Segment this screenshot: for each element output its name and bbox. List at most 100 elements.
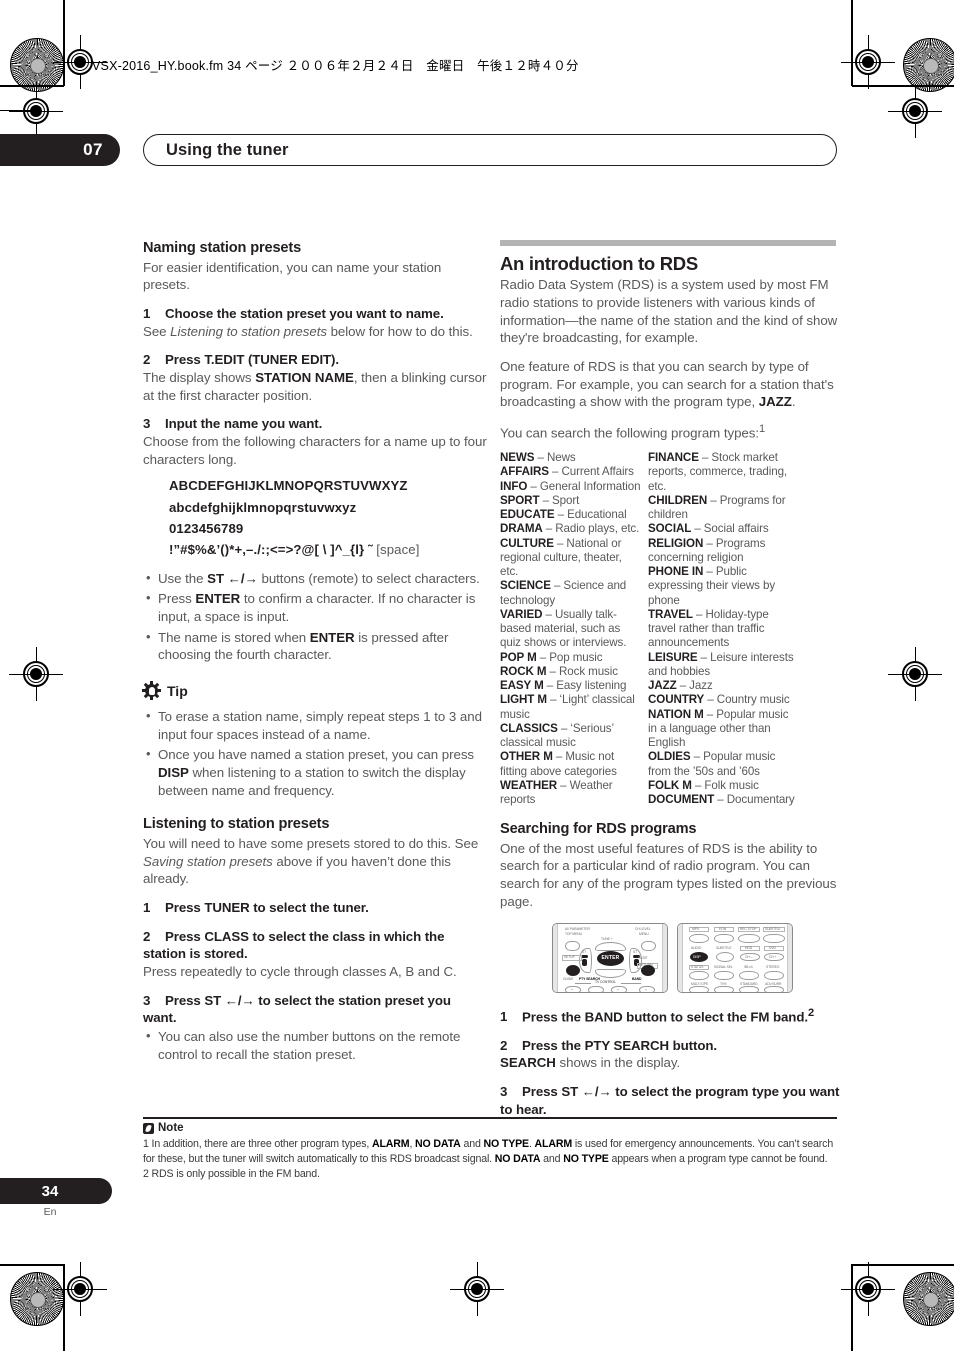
section-rule <box>500 240 836 246</box>
page-number-tab: 34 <box>0 1178 112 1204</box>
program-type-code: FOLK M <box>648 778 692 792</box>
tip-label: Tip <box>167 682 188 699</box>
button-key-enter: ENTER <box>195 591 241 607</box>
registration-mark-left-mid <box>9 647 63 701</box>
note-keyword: ALARM <box>534 1138 573 1150</box>
program-type-code: SOCIAL <box>648 522 692 536</box>
program-type-entry: JAZZ – Jazz <box>648 679 798 693</box>
step-number: 3 <box>143 416 151 432</box>
program-type-code: PHONE IN <box>648 565 704 579</box>
note-keyword: ALARM <box>371 1138 410 1150</box>
text-pre: Use the <box>158 570 208 586</box>
program-type-code: LEISURE <box>648 650 698 664</box>
step-text: Press T.EDIT (TUNER EDIT). <box>165 352 339 368</box>
program-type-entry: VARIED – Usually talk-based material, su… <box>500 608 642 651</box>
naming-step-3-title: 3 Input the name you want. <box>143 415 487 433</box>
button-key-st: ST <box>207 570 225 586</box>
program-type-description: – Social affairs <box>691 522 769 536</box>
tip-gear-icon <box>142 681 161 701</box>
program-type-code: DOCUMENT <box>648 793 715 807</box>
program-type-code: FINANCE <box>648 451 699 465</box>
registration-mark-bottom-center <box>450 1262 504 1316</box>
text-pre: Press <box>158 591 196 607</box>
charset-digits: 0123456789 <box>169 520 244 536</box>
note-footnote-2: 2 RDS is only possible in the FM band. <box>143 1168 320 1181</box>
naming-intro-text: For easier identification, you can name … <box>143 259 442 293</box>
program-type-code: POP M <box>500 650 537 664</box>
step-text: Input the name you want. <box>165 416 323 432</box>
program-types-column-1: NEWS – News AFFAIRS – Current Affairs INFO… <box>500 451 642 807</box>
naming-step-3-body: Choose from the following characters for… <box>143 433 487 467</box>
heading-an-introduction-to-rds: An introduction to RDS <box>500 253 698 274</box>
page-number: 34 <box>41 1182 59 1200</box>
listening-step-3-bullets: You can also use the number buttons on t… <box>143 1027 487 1063</box>
rds-intro-paragraph-1: Radio Data System (RDS) is a system used… <box>500 277 838 346</box>
available-character-set: ABCDEFGHIJKLMNOPQRSTUVWXYZ abcdefghijklm… <box>169 475 487 561</box>
crop-mark-bottom-left-h <box>0 1264 64 1266</box>
step-text: Press the PTY SEARCH button. <box>522 1037 717 1053</box>
program-type-entry: CHILDREN – Programs for children <box>648 494 798 523</box>
step-number: 1 <box>500 1008 508 1024</box>
note-keyword: NO TYPE <box>483 1138 529 1150</box>
crop-mark-top-right-v <box>851 0 853 86</box>
program-type-entry: PHONE IN – Public expressing their views… <box>648 565 798 608</box>
remote-left-half-illustration: AV PARAMETER TOP MENU CH LEVEL MENU TUNE… <box>552 922 668 993</box>
note-text: and <box>460 1138 484 1150</box>
program-type-code: DRAMA <box>500 522 543 536</box>
program-type-entry: FINANCE – Stock market reports, commerce… <box>648 451 798 494</box>
program-type-description: – Current Affairs <box>548 465 634 479</box>
program-type-description: – Documentary <box>714 793 795 807</box>
program-type-code: AFFAIRS <box>500 465 549 479</box>
program-type-entry: EDUCATE – Educational <box>500 508 642 522</box>
crop-mark-top-right-h <box>852 85 954 87</box>
left-column: Naming station presets For easier identi… <box>142 240 487 1064</box>
program-type-entry: TRAVEL – Holiday-type travel rather than… <box>648 608 798 651</box>
step-number: 1 <box>143 899 151 915</box>
heading-searching-for-rds-programs: Searching for RDS programs <box>500 821 697 838</box>
program-type-code: COUNTRY <box>648 693 705 707</box>
program-type-code: OLDIES <box>648 750 691 764</box>
program-type-code: RELIGION <box>648 536 704 550</box>
crop-mark-bottom-right-v <box>851 1264 853 1351</box>
program-type-entry: COUNTRY – Country music <box>648 693 798 707</box>
print-filename-header: VSX-2016_HY.book.fm 34 ページ ２００６年２月２４日 金曜… <box>92 59 579 73</box>
registration-mark-bottom-left <box>53 1262 107 1316</box>
program-type-entry: SPORT – Sport <box>500 494 642 508</box>
listening-step-2-title: 2 Press CLASS to select the class in whic… <box>143 928 487 963</box>
text-pre: The name is stored when <box>158 629 310 645</box>
step-text: Press the BAND button to select the FM b… <box>522 1008 808 1024</box>
step-text: Press ST ←/→ to select the station prese… <box>143 992 451 1026</box>
text-post: buttons (remote) to select characters. <box>261 570 480 586</box>
listening-step-2-body: Press repeatedly to cycle through classe… <box>143 963 457 979</box>
program-type-entry: RELIGION – Programs concerning religion <box>648 537 798 566</box>
program-type-entry: POP M – Pop music <box>500 651 642 665</box>
searching-step-1-title: 1 Press the BAND button to select the FM … <box>500 1006 844 1026</box>
naming-step-2-title: 2 Press T.EDIT (TUNER EDIT). <box>143 351 487 369</box>
note-label: Note <box>158 1122 184 1134</box>
right-column: An introduction to RDS Radio Data System… <box>500 240 844 1118</box>
registration-mark-top-right <box>841 35 895 89</box>
list-item: The name is stored when ENTER is pressed… <box>143 628 487 664</box>
program-type-entry: NATION M – Popular music in a language o… <box>648 708 798 751</box>
footnote-ref-2: 2 <box>807 1006 814 1019</box>
program-type-description: – Pop music <box>536 650 603 664</box>
print-star-mark-top-left <box>10 38 64 92</box>
list-item: You can also use the number buttons on t… <box>143 1027 487 1063</box>
program-type-code: VARIED <box>500 607 543 621</box>
tip-heading: Tip <box>142 681 487 701</box>
program-type-code: NEWS <box>500 451 535 465</box>
program-type-description: – Rock music <box>546 664 619 678</box>
display-keyword-station-name: STATION NAME <box>255 369 354 385</box>
registration-mark-right-mid <box>888 647 942 701</box>
program-type-entry: NEWS – News <box>500 451 642 465</box>
program-type-description: – News <box>534 451 576 465</box>
program-type-entry: INFO – General Information <box>500 480 642 494</box>
note-heading: Note <box>143 1122 184 1134</box>
program-type-entry: SCIENCE – Science and technology <box>500 579 642 608</box>
program-type-entry: WEATHER – Weather reports <box>500 779 642 808</box>
program-types-column-2: FINANCE – Stock market reports, commerce… <box>648 451 798 807</box>
remote-pty-search-button-highlight <box>641 964 655 976</box>
program-type-code: LIGHT M <box>500 693 547 707</box>
searching-step-3-title: 3 Press ST ←/→ to select the program type… <box>500 1083 844 1118</box>
note-divider <box>143 1117 837 1120</box>
